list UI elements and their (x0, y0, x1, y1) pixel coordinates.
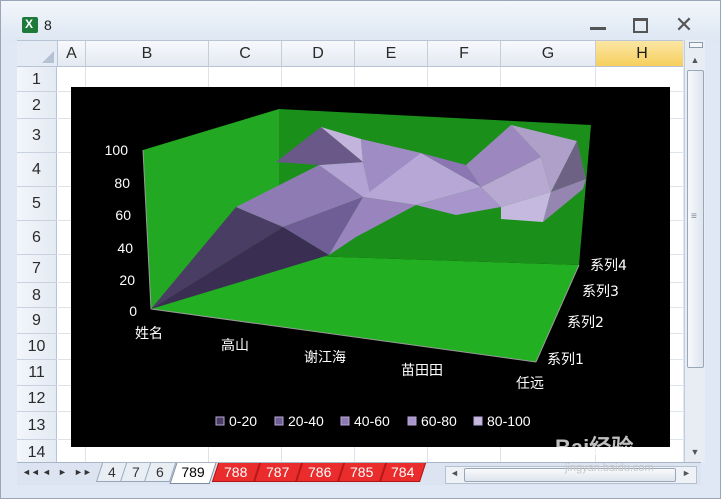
vertical-scrollbar[interactable]: ▲ ▼ (684, 40, 705, 462)
row-header-6[interactable]: 6 (17, 221, 57, 255)
vertical-scroll-thumb[interactable] (687, 70, 704, 368)
z-tick: 80 (114, 175, 130, 191)
legend-swatch (215, 416, 225, 426)
maximize-button[interactable] (629, 15, 655, 35)
sheet-tab[interactable]: 787 (253, 463, 303, 482)
excel-icon[interactable] (22, 17, 38, 33)
next-sheet-icon[interactable]: ► (58, 467, 67, 477)
category-label: 高山 (221, 337, 249, 354)
split-box[interactable] (689, 42, 703, 48)
sheet-tab[interactable]: 785 (337, 463, 387, 482)
z-tick: 100 (105, 142, 129, 158)
z-tick: 20 (119, 272, 135, 288)
scroll-down-icon[interactable]: ▼ (687, 444, 703, 460)
legend-swatch (473, 416, 483, 426)
legend-label: 40-60 (354, 413, 390, 429)
z-tick: 40 (117, 240, 133, 256)
z-tick: 60 (115, 207, 131, 223)
row-header-3[interactable]: 3 (17, 119, 57, 153)
column-header-h[interactable]: H (596, 41, 683, 67)
legend-label: 20-40 (288, 413, 324, 429)
close-button[interactable]: ✕ (671, 14, 697, 36)
legend-swatch (274, 416, 284, 426)
last-sheet-icon[interactable]: ►► (74, 467, 92, 477)
scroll-right-icon[interactable]: ► (682, 468, 691, 478)
row-header-1[interactable]: 1 (17, 67, 57, 92)
sheet-tab[interactable]: 784 (379, 463, 427, 482)
watermark-url: jingyan.baidu.com (565, 462, 654, 474)
legend-swatch (340, 416, 350, 426)
surface-chart[interactable]: 100 80 60 40 20 0 姓名 高山 谢江海 苗田田 任远 系列1 系… (71, 87, 670, 447)
row-header-7[interactable]: 7 (17, 255, 57, 283)
sheet-tab[interactable]: 788 (211, 463, 261, 482)
category-label: 姓名 (135, 326, 163, 342)
column-header-f[interactable]: F (428, 41, 501, 67)
row-header-12[interactable]: 12 (17, 386, 57, 412)
legend-swatch (407, 416, 417, 426)
category-label: 任远 (516, 376, 544, 392)
row-header-10[interactable]: 10 (17, 334, 57, 360)
scroll-up-icon[interactable]: ▲ (687, 52, 703, 68)
column-header-d[interactable]: D (282, 41, 355, 67)
legend-label: 0-20 (229, 413, 257, 429)
legend-label: 60-80 (421, 413, 457, 429)
row-header-14[interactable]: 14 (17, 440, 57, 463)
window-title: 8 (44, 17, 52, 33)
select-all-corner[interactable] (17, 41, 58, 67)
sheet-tab-active[interactable]: 789 (169, 463, 217, 484)
watermark-logo: Bai经验 (555, 435, 634, 460)
series-label: 系列4 (590, 258, 627, 274)
column-header-b[interactable]: B (86, 41, 209, 67)
column-header-c[interactable]: C (209, 41, 282, 67)
legend-label: 80-100 (487, 413, 531, 429)
title-bar: 8 ✕ (1, 1, 720, 41)
minimize-button[interactable] (586, 15, 612, 35)
scroll-left-icon[interactable]: ◄ (450, 468, 459, 478)
column-header-g[interactable]: G (501, 41, 596, 67)
column-header-e[interactable]: E (355, 41, 428, 67)
column-header-a[interactable]: A (58, 41, 86, 67)
chart-svg: 100 80 60 40 20 0 姓名 高山 谢江海 苗田田 任远 系列1 系… (105, 109, 627, 429)
series-label: 系列1 (547, 352, 584, 368)
first-sheet-icon[interactable]: ◄◄ (22, 467, 40, 477)
category-label: 苗田田 (401, 363, 443, 379)
series-label: 系列3 (582, 284, 619, 300)
row-header-8[interactable]: 8 (17, 283, 57, 308)
row-header-5[interactable]: 5 (17, 187, 57, 221)
series-label: 系列2 (567, 315, 604, 331)
row-header-9[interactable]: 9 (17, 308, 57, 334)
row-header-4[interactable]: 4 (17, 153, 57, 187)
sheet-tab[interactable]: 786 (295, 463, 345, 482)
row-header-2[interactable]: 2 (17, 92, 57, 119)
row-header-13[interactable]: 13 (17, 412, 57, 440)
z-tick: 0 (129, 303, 137, 319)
row-header-11[interactable]: 11 (17, 360, 57, 386)
category-label: 谢江海 (304, 350, 346, 366)
previous-sheet-icon[interactable]: ◄ (42, 467, 51, 477)
